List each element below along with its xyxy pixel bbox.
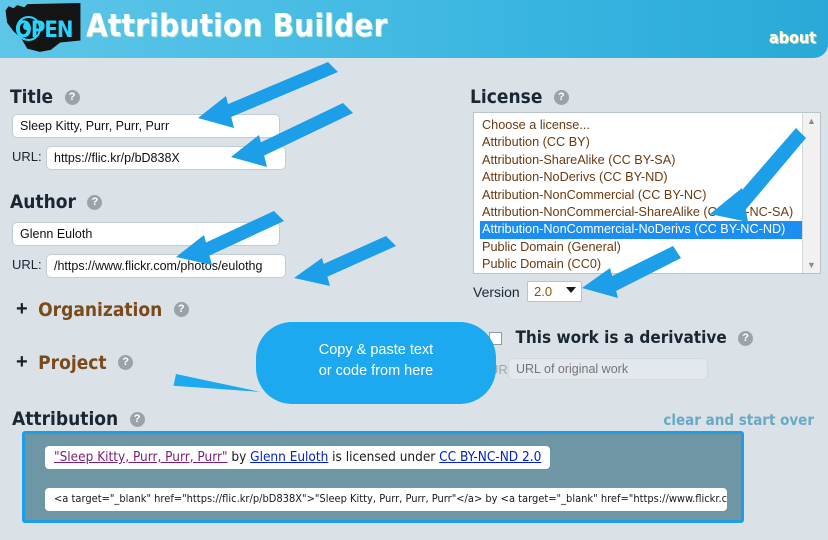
attribution-label: Attribution [12, 408, 119, 430]
chevron-down-icon [566, 287, 576, 293]
license-label: License [470, 86, 543, 108]
license-option[interactable]: Attribution-NonCommercial-NoDerivs (CC B… [480, 221, 803, 239]
logo-open-text: OPEN [15, 18, 73, 43]
license-help-icon[interactable]: ? [553, 89, 569, 105]
license-option-list[interactable]: Choose a license... Attribution (CC BY) At… [474, 113, 803, 273]
organization-expander[interactable]: + Organization ? [16, 298, 189, 321]
attribution-output-panel: "Sleep Kitty, Purr, Purr, Purr" by Glenn… [22, 431, 744, 523]
title-url-label: URL: [12, 149, 42, 164]
license-option[interactable]: Attribution-NonCommercial (CC BY-NC) [480, 187, 803, 204]
author-help-icon[interactable]: ? [87, 194, 103, 210]
license-label-row: License ? [470, 86, 569, 108]
license-listbox[interactable]: Choose a license... Attribution (CC BY) At… [473, 112, 821, 274]
attribution-licensed-text: is licensed under [328, 449, 440, 465]
open-wa-logo: OPEN [4, 2, 84, 56]
version-label: Version [473, 284, 520, 300]
derivative-label: This work is a derivative [515, 328, 727, 348]
title-help-icon[interactable]: ? [64, 89, 80, 105]
license-option[interactable]: Attribution-NonCommercial-ShareAlike (CC… [480, 204, 803, 221]
attribution-help-icon[interactable]: ? [129, 411, 145, 427]
title-input[interactable] [12, 114, 280, 138]
title-url-input[interactable] [46, 146, 286, 170]
attribution-title-link[interactable]: "Sleep Kitty, Purr, Purr, Purr" [54, 449, 228, 465]
attribution-label-row: Attribution ? [12, 408, 145, 430]
app-root: OPEN Attribution Builder about Title ? U… [0, 0, 828, 540]
page-title: Attribution Builder [86, 8, 388, 44]
author-url-input[interactable] [46, 254, 286, 278]
attribution-author-link[interactable]: Glenn Euloth [250, 449, 328, 465]
project-expander[interactable]: + Project ? [16, 351, 134, 374]
license-option[interactable]: Attribution (CC BY) [480, 134, 803, 151]
clear-and-start-over-link[interactable]: clear and start over [663, 411, 814, 429]
callout-text: Copy & paste text or code from here [256, 340, 496, 382]
license-scrollbar[interactable]: ▲ ▼ [802, 113, 820, 273]
attribution-rendered-text[interactable]: "Sleep Kitty, Purr, Purr, Purr" by Glenn… [45, 446, 551, 469]
derivative-help-icon[interactable]: ? [738, 330, 754, 346]
author-label: Author [10, 191, 76, 213]
project-label: Project [38, 351, 107, 374]
license-option[interactable]: Attribution-NoDerivs (CC BY-ND) [480, 169, 803, 186]
plus-icon: + [16, 351, 28, 373]
license-option[interactable]: Public Domain (General) [480, 239, 803, 256]
title-group-label-row: Title ? [10, 86, 80, 108]
license-option[interactable]: Attribution-ShareAlike (CC BY-SA) [480, 152, 803, 169]
plus-icon: + [16, 298, 28, 320]
attribution-license-link[interactable]: CC BY-NC-ND 2.0 [439, 449, 541, 465]
organization-label: Organization [38, 298, 163, 321]
derivative-row: This work is a derivative ? [489, 328, 754, 348]
callout-line-1: Copy & paste text [318, 342, 434, 358]
author-input[interactable] [12, 222, 280, 246]
copy-paste-callout: Copy & paste text or code from here [256, 322, 496, 404]
callout-line-2: or code from here [318, 363, 434, 379]
project-help-icon[interactable]: ? [118, 355, 134, 370]
license-option[interactable]: Choose a license... [480, 117, 803, 134]
author-group-label-row: Author ? [10, 191, 103, 213]
attribution-by-text: by [227, 449, 251, 465]
derivative-url-input[interactable] [508, 358, 708, 380]
author-url-label: URL: [12, 257, 42, 272]
title-label: Title [10, 86, 54, 108]
organization-help-icon[interactable]: ? [173, 302, 189, 317]
scroll-down-icon[interactable]: ▼ [803, 257, 820, 273]
attribution-html-code[interactable]: <a target="_blank" href="https://flic.kr… [45, 488, 727, 511]
app-header: OPEN Attribution Builder about [0, 0, 828, 58]
scroll-up-icon[interactable]: ▲ [803, 113, 820, 129]
about-link[interactable]: about [769, 28, 816, 47]
version-value: 2.0 [534, 284, 553, 299]
license-option[interactable]: Public Domain (CC0) [480, 256, 803, 273]
version-select[interactable]: 2.0 [527, 281, 582, 302]
